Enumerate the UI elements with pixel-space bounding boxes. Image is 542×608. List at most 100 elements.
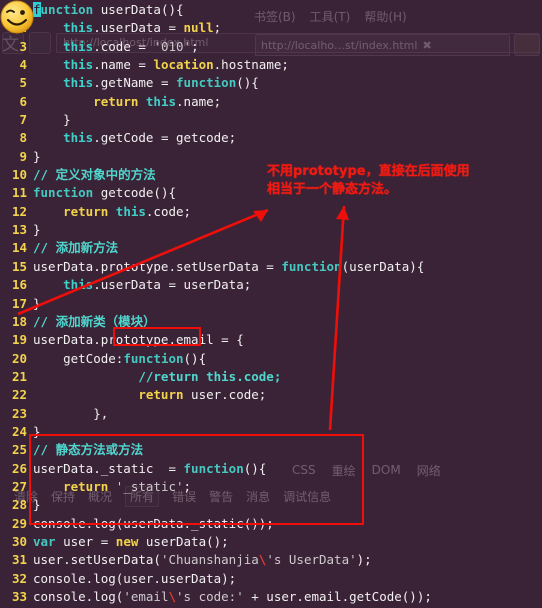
line-content[interactable]: userData._static = function(){ bbox=[33, 460, 266, 478]
line-content[interactable]: console.log(user.userData); bbox=[33, 570, 236, 588]
code-line[interactable]: 26 userData._static = function(){ bbox=[0, 460, 542, 478]
code-token: 's code:' bbox=[176, 589, 244, 604]
code-line[interactable]: 30 var user = new userData(); bbox=[0, 533, 542, 551]
code-token: } bbox=[33, 148, 41, 164]
code-line[interactable]: 6 return this.name; bbox=[0, 93, 542, 111]
code-token: this bbox=[63, 20, 94, 36]
line-content[interactable]: } bbox=[33, 111, 71, 129]
line-content[interactable]: userData.prototype.email = { bbox=[33, 331, 244, 349]
line-number: 4 bbox=[19, 57, 27, 73]
line-content[interactable]: this.getCode = getcode; bbox=[33, 129, 236, 147]
code-token: function bbox=[123, 350, 184, 366]
code-line[interactable]: 7 } bbox=[0, 111, 542, 129]
code-line[interactable]: 8 this.getCode = getcode; bbox=[0, 129, 542, 147]
line-content[interactable]: this.code = '010'; bbox=[33, 38, 199, 56]
code-line[interactable]: 33 console.log('email\'s code:' + user.em… bbox=[0, 588, 542, 606]
code-token: }, bbox=[33, 405, 109, 421]
code-line[interactable]: 27 return '_static'; bbox=[0, 478, 542, 496]
line-content[interactable]: // 添加新类（模块） bbox=[33, 313, 156, 331]
line-content[interactable]: } bbox=[33, 496, 41, 514]
code-token: .getCode = getcode; bbox=[93, 130, 237, 146]
code-token: .userData = userData; bbox=[93, 277, 252, 293]
line-content[interactable]: // 添加新方法 bbox=[33, 239, 118, 257]
code-line[interactable]: 11 function getcode(){ bbox=[0, 184, 542, 202]
code-token: \ bbox=[168, 589, 176, 604]
code-token: (){ bbox=[236, 75, 259, 91]
code-token: ; bbox=[183, 478, 192, 494]
code-editor[interactable]: 1 function userData(){2 this.userData = n… bbox=[0, 0, 542, 608]
code-token: .name = bbox=[93, 57, 154, 73]
code-line[interactable]: 17} bbox=[0, 295, 542, 313]
code-line[interactable]: 32 console.log(user.userData); bbox=[0, 570, 542, 588]
line-content[interactable]: // 静态方法或方法 bbox=[33, 441, 143, 459]
code-token: (userData){ bbox=[341, 258, 425, 274]
code-token: 's UserData' bbox=[266, 552, 357, 568]
line-number: 27 bbox=[11, 478, 27, 494]
code-line[interactable]: 19 userData.prototype.email = { bbox=[0, 331, 542, 349]
code-line[interactable]: 25 // 静态方法或方法 bbox=[0, 441, 542, 459]
code-line[interactable]: 21 //return this.code; bbox=[0, 368, 542, 386]
code-line[interactable]: 20 getCode:function(){ bbox=[0, 350, 542, 368]
line-content[interactable]: return user.code; bbox=[33, 386, 266, 404]
code-token: // 静态方法或方法 bbox=[33, 442, 144, 458]
code-line[interactable]: 13} bbox=[0, 221, 542, 239]
code-token: userData.prototype.setUserData = bbox=[33, 258, 282, 274]
code-line[interactable]: 10 // 定义对象中的方法 bbox=[0, 166, 542, 184]
code-token: } bbox=[33, 423, 41, 439]
code-line[interactable]: 5 this.getName = function(){ bbox=[0, 74, 542, 92]
line-number: 6 bbox=[19, 93, 27, 109]
line-content[interactable]: user.setUserData('Chuanshanjia\'s UserDa… bbox=[33, 551, 372, 569]
code-line[interactable]: 3 this.code = '010'; bbox=[0, 38, 542, 56]
code-token: ; bbox=[213, 20, 222, 36]
line-content[interactable]: console.log(userData._static()); bbox=[33, 515, 274, 533]
line-content[interactable]: function getcode(){ bbox=[33, 184, 176, 202]
code-line[interactable]: 31 user.setUserData('Chuanshanjia\'s User… bbox=[0, 551, 542, 569]
line-content[interactable]: this.userData = null; bbox=[33, 19, 221, 37]
line-number: 29 bbox=[11, 515, 27, 531]
code-line[interactable]: 22 return user.code; bbox=[0, 386, 542, 404]
line-content[interactable]: var user = new userData(); bbox=[33, 533, 229, 551]
line-content[interactable]: } bbox=[33, 148, 41, 166]
line-content[interactable]: } bbox=[33, 423, 41, 441]
code-line[interactable]: 24} bbox=[0, 423, 542, 441]
code-line[interactable]: 29 console.log(userData._static()); bbox=[0, 515, 542, 533]
line-number: 30 bbox=[11, 533, 27, 549]
code-line[interactable]: 18 // 添加新类（模块） bbox=[0, 313, 542, 331]
line-content[interactable]: } bbox=[33, 295, 41, 313]
code-line[interactable]: 9} bbox=[0, 148, 542, 166]
code-token: .getName = bbox=[93, 75, 177, 91]
line-content[interactable]: return this.name; bbox=[33, 93, 221, 111]
line-content[interactable]: console.log('email\'s code:' + user.emai… bbox=[33, 588, 432, 606]
line-number: 3 bbox=[19, 38, 27, 54]
code-token: console.log( bbox=[33, 589, 124, 604]
line-content[interactable]: this.getName = function(){ bbox=[33, 74, 259, 92]
line-number: 14 bbox=[11, 240, 27, 256]
line-content[interactable]: function userData(){ bbox=[33, 1, 184, 19]
line-content[interactable]: return this.code; bbox=[33, 203, 191, 221]
code-line[interactable]: 2 this.userData = null; bbox=[0, 19, 542, 37]
line-content[interactable]: this.userData = userData; bbox=[33, 276, 251, 294]
line-number: 33 bbox=[11, 589, 27, 604]
code-token: } bbox=[33, 112, 71, 128]
line-content[interactable]: return '_static'; bbox=[33, 478, 191, 496]
line-content[interactable]: //return this.code; bbox=[33, 368, 281, 386]
line-content[interactable]: userData.prototype.setUserData = functio… bbox=[33, 258, 424, 276]
code-line[interactable]: 14 // 添加新方法 bbox=[0, 239, 542, 257]
line-number: 8 bbox=[19, 130, 27, 146]
code-line[interactable]: 1 function userData(){ bbox=[0, 1, 542, 19]
line-content[interactable]: getCode:function(){ bbox=[33, 350, 206, 368]
code-line[interactable]: 15 userData.prototype.setUserData = funct… bbox=[0, 258, 542, 276]
code-line[interactable]: 16 this.userData = userData; bbox=[0, 276, 542, 294]
line-content[interactable]: this.name = location.hostname; bbox=[33, 56, 289, 74]
code-line[interactable]: 28} bbox=[0, 496, 542, 514]
line-content[interactable]: } bbox=[33, 221, 41, 239]
code-token: this bbox=[63, 57, 94, 73]
code-line[interactable]: 4 this.name = location.hostname; bbox=[0, 56, 542, 74]
code-token: function bbox=[281, 258, 342, 274]
code-token: f bbox=[33, 2, 41, 17]
line-content[interactable]: }, bbox=[33, 405, 108, 423]
code-line[interactable]: 12 return this.code; bbox=[0, 203, 542, 221]
line-content[interactable]: // 定义对象中的方法 bbox=[33, 166, 156, 184]
code-line[interactable]: 23 }, bbox=[0, 405, 542, 423]
